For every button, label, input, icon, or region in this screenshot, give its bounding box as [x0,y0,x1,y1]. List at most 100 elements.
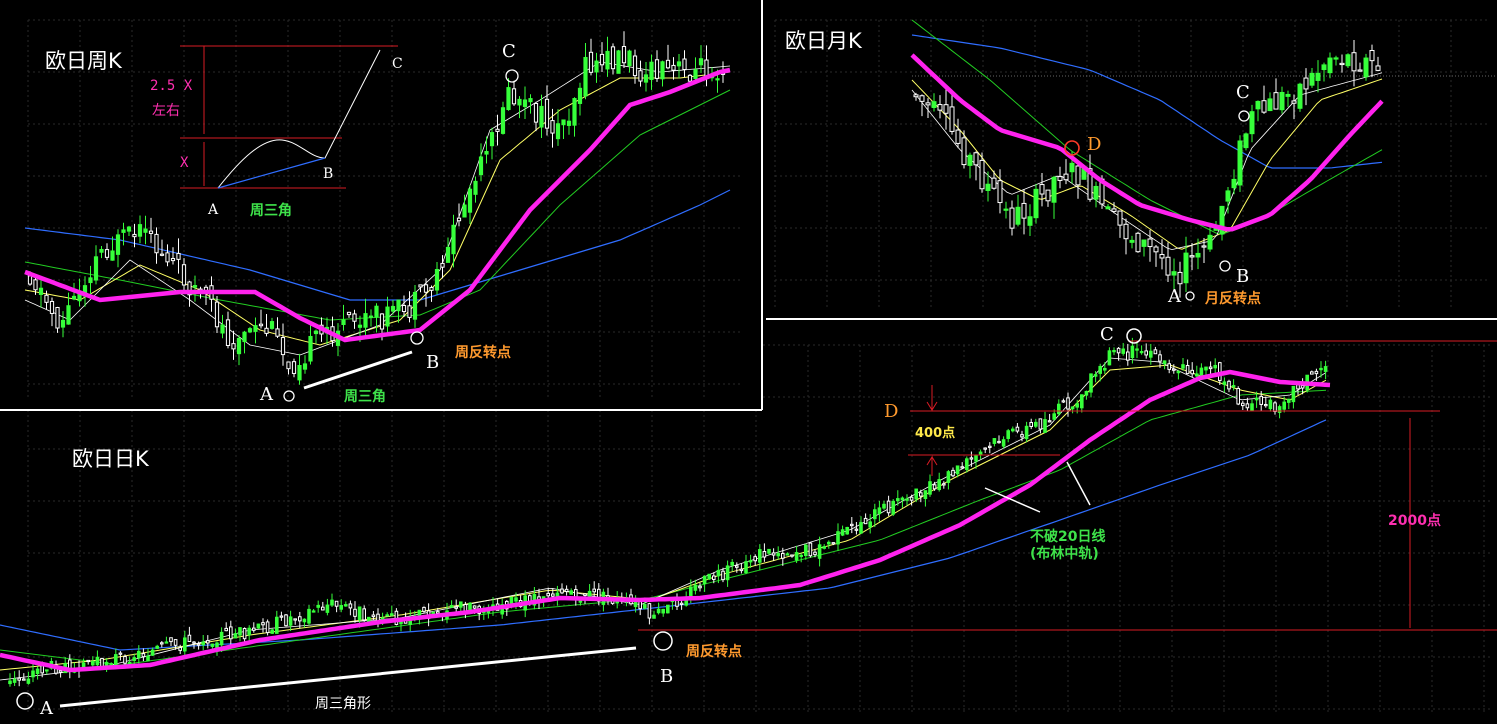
candle-down [704,59,709,78]
candle-down [1047,420,1052,423]
candle-up [1319,367,1323,371]
candle-down [1117,210,1123,226]
candle-up [473,180,478,195]
candle-down [961,137,967,166]
daily-label-d: D [884,401,898,422]
candle-down [753,556,758,562]
candle-down [1208,366,1213,370]
candle-down [132,233,137,238]
candle-up [1183,252,1189,284]
candle-up [451,224,456,255]
chart-canvas: 欧日日K A B C D 周反转点 周三角形 400点 2000点 不破20日线… [0,0,1497,719]
candle-up [1309,72,1315,86]
candle-up [150,649,155,656]
candle-up [368,315,374,318]
candle-down [1314,370,1319,375]
monthly-label-c: C [1236,82,1250,103]
candle-down [1057,176,1063,181]
candle-up [702,575,707,585]
candle-up [81,662,86,668]
candle-down [1020,434,1024,438]
candle-up [31,670,35,678]
candle-up [1363,57,1369,78]
candle-up [390,306,396,312]
candle-up [914,488,919,500]
candle-down [1039,184,1045,195]
candle-down [1273,402,1277,412]
candle-up [316,604,320,608]
candle-up [313,330,319,335]
candle-up [1327,57,1333,74]
candle-down [909,496,914,501]
candle-down [141,653,146,658]
candle-up [88,277,93,284]
weekly-label-a: A [259,384,274,405]
daily-note-pointer-2 [1066,461,1091,506]
candle-up [758,549,762,563]
candle-down [258,323,264,327]
candle-up [253,325,258,332]
candle-down [495,128,500,132]
candle-down [997,440,1001,444]
candle-up [201,641,205,646]
candle-up [946,471,951,483]
candle-up [71,295,77,300]
candle-down [1201,245,1207,248]
candle-down [560,588,564,594]
candle-up [1249,111,1255,135]
candle-down [286,361,291,370]
candle-up [385,306,390,327]
candle-up [1333,57,1339,60]
candle-down [991,177,997,189]
candle-down [546,592,551,597]
candle-down [284,614,288,627]
candle-up [605,50,610,70]
candle-up [374,305,379,318]
candle-down [187,634,192,642]
candle-down [1021,202,1027,219]
candle-down [592,588,597,593]
candle-down [1236,388,1241,405]
candle-down [436,611,440,614]
candle-up [247,627,251,636]
candle-up [656,608,661,614]
candle-down [291,361,297,374]
candle-up [785,553,790,556]
daily-b-marker [653,631,673,651]
candle-down [813,551,817,556]
candle-down [583,593,587,596]
candle-up [396,299,401,312]
candle-up [836,531,840,545]
weekly-chart: 欧日周K 2.5 X 左右 X A B C 周三角 A B C 周反转点 周三角 [0,0,763,411]
candle-up [725,565,730,581]
candle-up [776,553,781,557]
candle-down [1273,92,1279,110]
candle-down [346,311,352,316]
candle-up [1255,100,1261,110]
candle-down [231,343,236,350]
candle-down [229,626,233,640]
candle-up [840,529,845,536]
candle-down [671,64,676,71]
candle-down [831,542,836,545]
candle-up [955,465,960,475]
candle-up [822,546,827,549]
candle-up [522,99,528,108]
candle-down [913,94,919,98]
candle-up [514,597,518,602]
candle-up [1315,72,1321,81]
monthly-label-b: B [1236,266,1249,287]
daily-triangle-label: 周三角形 [315,696,371,712]
candle-up [192,285,198,288]
candle-down [265,621,270,634]
candle-up [572,98,577,126]
candle-down [511,88,517,105]
candle-up [311,610,316,613]
candle-down [440,262,445,268]
candle-up [660,61,665,80]
candle-up [569,590,574,595]
candle-up [1052,413,1057,420]
candle-up [767,548,771,554]
candle-up [308,335,313,362]
candle-up [270,629,274,634]
